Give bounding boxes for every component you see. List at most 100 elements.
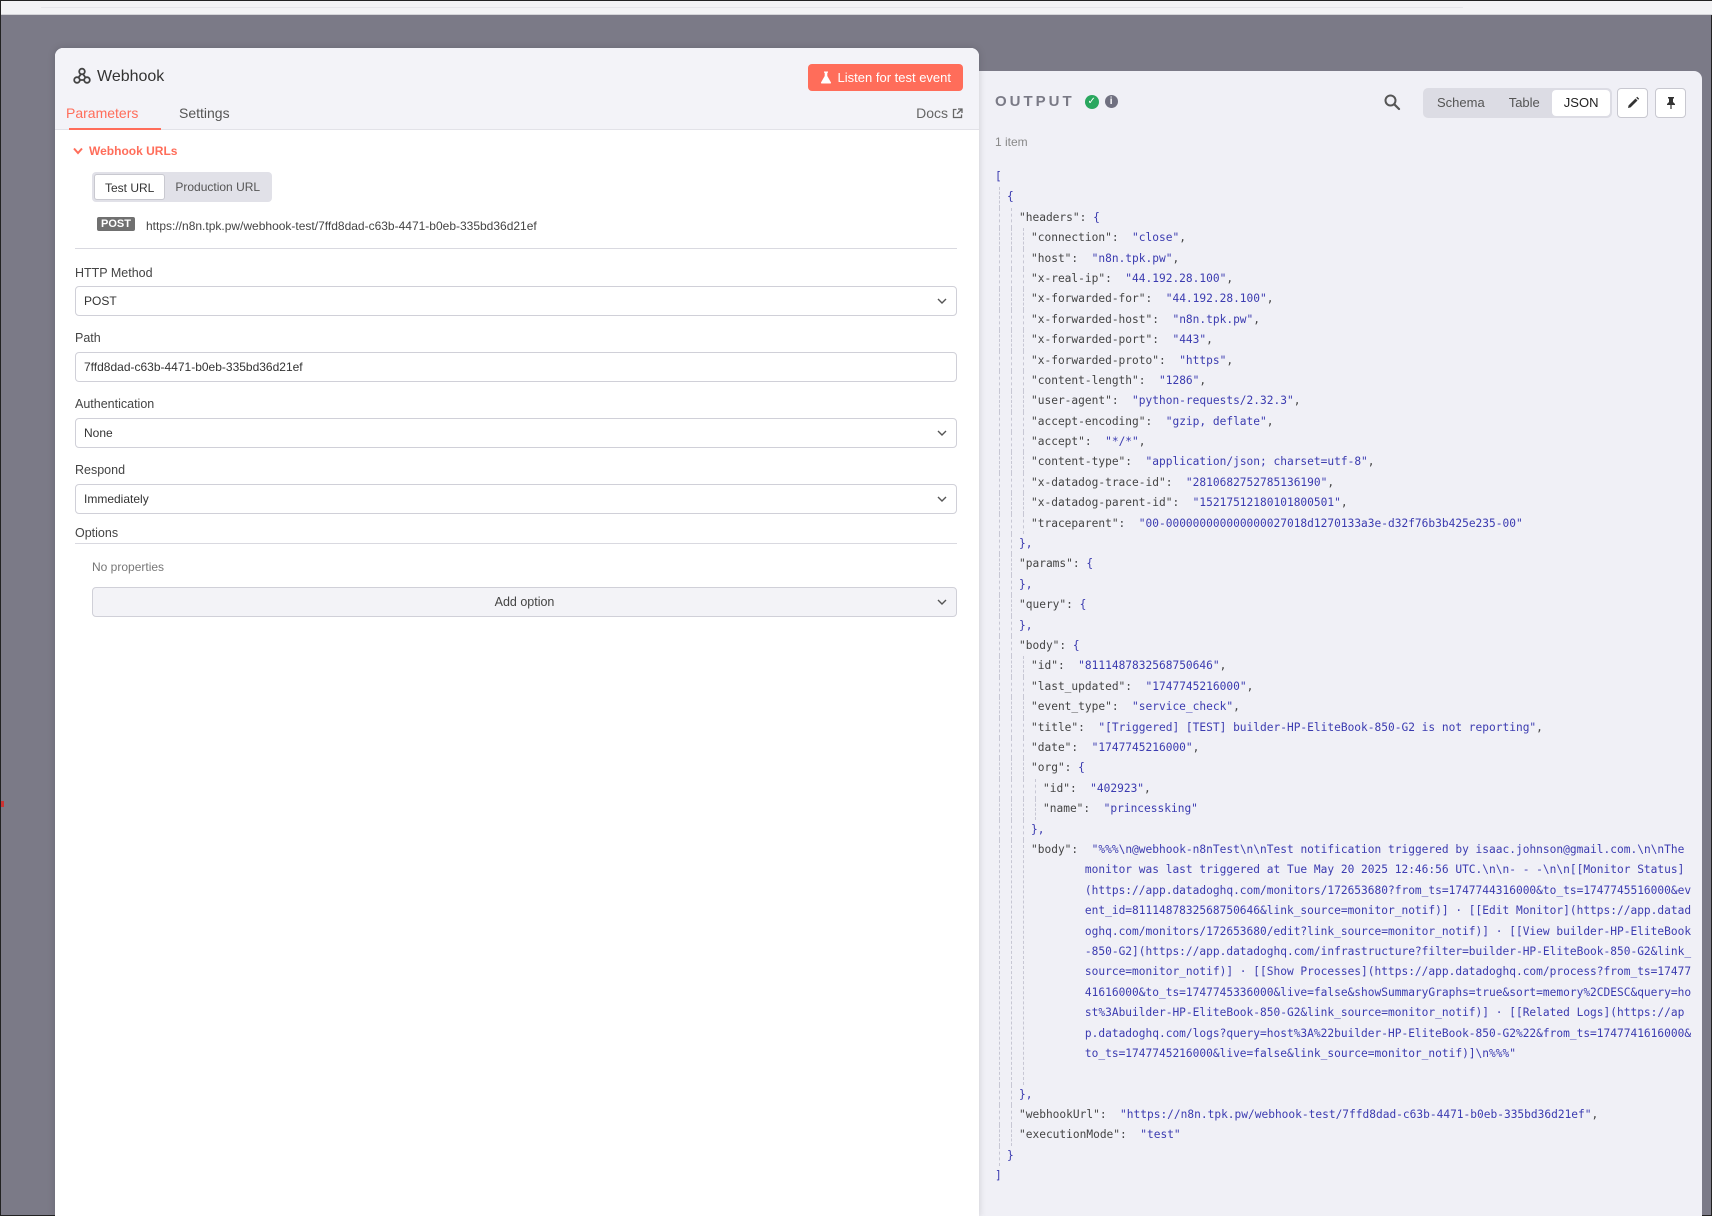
json-punctuation: [ xyxy=(995,170,1002,183)
json-line: "x-datadog-parent-id": "1521751218010180… xyxy=(995,493,1695,514)
json-key: "executionMode": xyxy=(1019,1128,1134,1142)
webhook-urls-toggle[interactable]: Webhook URLs xyxy=(73,144,177,158)
json-key: "accept": xyxy=(1031,435,1099,449)
respond-select[interactable]: Immediately xyxy=(75,484,957,514)
authentication-select[interactable]: None xyxy=(75,418,957,448)
success-check-icon: ✓ xyxy=(1084,94,1099,109)
json-key: "x-forwarded-proto": xyxy=(1031,353,1173,367)
respond-label: Respond xyxy=(75,463,126,477)
options-label: Options xyxy=(75,526,119,540)
docs-link[interactable]: Docs xyxy=(916,105,963,121)
json-line: }, xyxy=(995,819,1695,840)
external-link-icon xyxy=(952,107,963,118)
pencil-icon xyxy=(1627,96,1639,108)
json-value: "python-requests/2.32.3" xyxy=(1125,394,1294,408)
json-value: "1747745216000" xyxy=(1084,740,1193,754)
info-icon[interactable]: i xyxy=(1104,95,1118,108)
json-key: "webhookUrl": xyxy=(1019,1108,1114,1122)
chevron-down-icon xyxy=(937,298,947,304)
json-key: "body": xyxy=(1019,638,1073,652)
json-punctuation: { xyxy=(1093,210,1100,224)
json-line: "params": { xyxy=(995,554,1695,575)
json-line: "x-real-ip": "44.192.28.100", xyxy=(995,268,1695,290)
listen-for-test-event-button[interactable]: Listen for test event xyxy=(807,64,963,91)
options-divider xyxy=(75,543,957,544)
json-line: "x-forwarded-for": "44.192.28.100", xyxy=(995,289,1695,310)
json-viewer: [{"headers": {"connection": "close", "hos… xyxy=(995,167,1695,1187)
json-line: }, xyxy=(995,615,1695,636)
json-punctuation: ] xyxy=(995,1169,1002,1183)
json-punctuation: }, xyxy=(1019,537,1033,551)
json-key: "query": xyxy=(1019,598,1080,612)
chevron-down-icon xyxy=(937,599,947,605)
json-key: "id": xyxy=(1043,781,1084,795)
json-line: } xyxy=(995,1145,1695,1167)
json-line: { xyxy=(995,187,1695,208)
add-option-label: Add option xyxy=(494,595,555,609)
json-key: "last_updated": xyxy=(1031,679,1139,693)
webhook-url[interactable]: https://n8n.tpk.pw/webhook-test/7ffd8dad… xyxy=(146,219,537,233)
tab-parameters[interactable]: Parameters xyxy=(66,105,138,121)
json-line: "x-forwarded-proto": "https", xyxy=(995,350,1695,371)
json-value: "443" xyxy=(1165,333,1207,347)
json-value: "gzip, deflate" xyxy=(1158,414,1267,428)
http-method-select[interactable]: POST xyxy=(75,286,957,316)
path-label: Path xyxy=(75,331,101,345)
json-value: "close" xyxy=(1125,231,1180,245)
chevron-down-icon xyxy=(937,496,947,502)
add-option-select[interactable]: Add option xyxy=(92,587,957,617)
output-header: OUTPUT ✓ i xyxy=(995,93,1118,110)
authentication-label: Authentication xyxy=(75,397,155,411)
json-line: "headers": { xyxy=(995,207,1695,229)
json-punctuation: { xyxy=(1079,598,1087,612)
path-input[interactable] xyxy=(75,352,957,382)
json-line: "id": "8111487832568750646", xyxy=(995,656,1695,677)
json-key: "content-type": xyxy=(1031,455,1139,469)
view-table-button[interactable]: Table xyxy=(1497,90,1552,116)
node-title: Webhook xyxy=(97,68,165,85)
edit-output-button[interactable] xyxy=(1617,88,1648,118)
docs-label: Docs xyxy=(916,105,948,121)
json-line: "query": { xyxy=(995,595,1695,616)
search-icon[interactable] xyxy=(1383,93,1401,111)
json-key: "connection": xyxy=(1031,231,1126,245)
json-line: "accept": "*/*", xyxy=(995,432,1695,453)
tab-settings[interactable]: Settings xyxy=(179,105,230,121)
json-punctuation: { xyxy=(1078,761,1085,775)
top-bar xyxy=(1,1,1712,15)
json-line: "body": "%%%\n@webhook-n8nTest\n\nTest n… xyxy=(995,839,1695,1085)
json-value: "%%%\n@webhook-n8nTest\n\nTest notificat… xyxy=(1084,842,1692,1060)
json-key: "date": xyxy=(1031,740,1085,754)
view-json-button[interactable]: JSON xyxy=(1551,90,1611,116)
json-value: "44.192.28.100" xyxy=(1158,292,1267,306)
test-url-button[interactable]: Test URL xyxy=(94,174,166,200)
json-line: "executionMode": "test" xyxy=(995,1125,1695,1146)
json-line: "id": "402923", xyxy=(995,778,1695,800)
json-line: "traceparent": "00-000000000000000027018… xyxy=(995,513,1695,535)
json-value: "44.192.28.100" xyxy=(1118,271,1227,285)
json-key: "event_type": xyxy=(1031,700,1126,714)
output-title: OUTPUT xyxy=(995,93,1075,110)
json-line: "event_type": "service_check", xyxy=(995,697,1695,718)
authentication-value: None xyxy=(84,426,113,440)
json-line: ] xyxy=(995,1166,1695,1186)
json-key: "body": xyxy=(1031,842,1085,856)
json-punctuation: { xyxy=(1007,190,1014,204)
json-key: "accept-encoding": xyxy=(1031,414,1159,428)
chevron-down-icon xyxy=(73,147,83,155)
json-line: "org": { xyxy=(995,758,1695,779)
json-value: "[Triggered] [TEST] builder-HP-EliteBook… xyxy=(1091,720,1537,734)
json-line: }, xyxy=(995,1084,1695,1106)
json-line: "content-length": "1286", xyxy=(995,370,1695,392)
production-url-button[interactable]: Production URL xyxy=(165,174,270,200)
pin-data-button[interactable] xyxy=(1655,88,1686,118)
webhook-urls-label: Webhook URLs xyxy=(89,144,178,158)
json-line: "host": "n8n.tpk.pw", xyxy=(995,248,1695,269)
json-line: "content-type": "application/json; chars… xyxy=(995,452,1695,473)
json-key: "host": xyxy=(1031,251,1085,265)
json-line: "x-forwarded-port": "443", xyxy=(995,330,1695,351)
view-schema-button[interactable]: Schema xyxy=(1425,90,1497,116)
json-value: "service_check" xyxy=(1125,700,1234,714)
json-key: "x-forwarded-port": xyxy=(1031,333,1166,347)
node-header: Webhook Listen for test event Parameters… xyxy=(55,48,979,130)
